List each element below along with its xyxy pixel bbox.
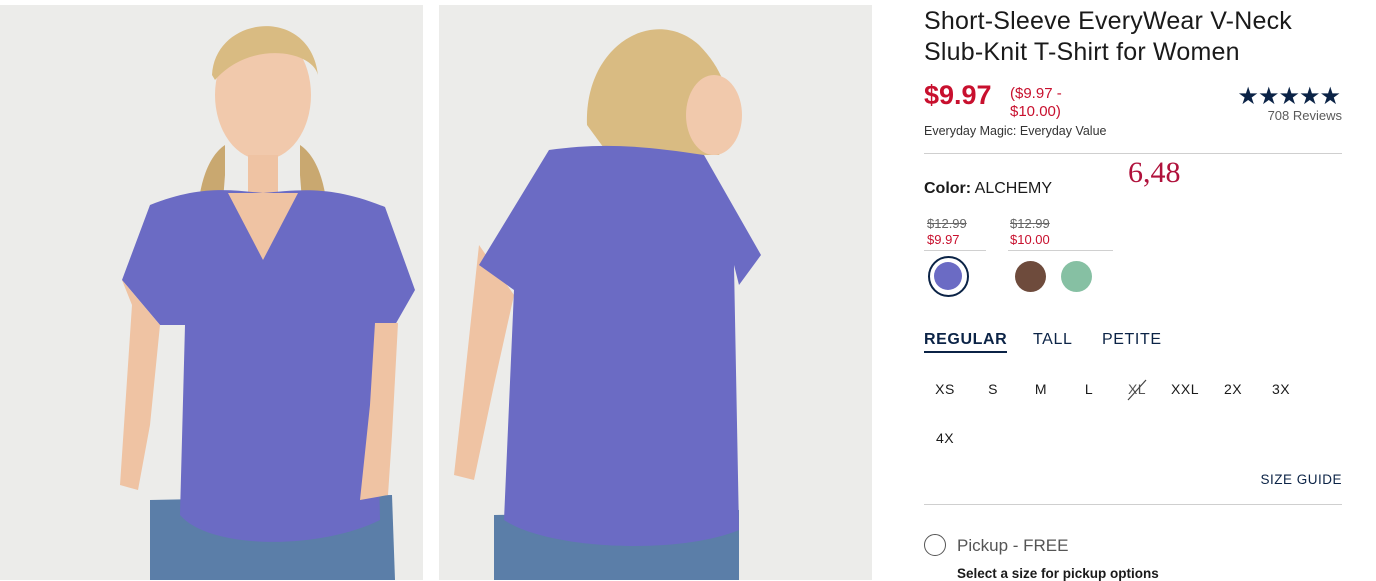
swatch-alchemy[interactable] [928,256,969,297]
rating-stars-icon[interactable]: ★★★★★ [1237,82,1341,111]
product-image-front[interactable] [0,5,423,580]
tab-petite[interactable]: PETITE [1102,331,1162,349]
model-back-illustration [439,5,872,580]
size-xl[interactable]: XL [1116,379,1158,401]
size-xs[interactable]: XS [924,381,966,397]
divider [924,153,1342,154]
sale-price: $9.97 [927,232,960,247]
model-front-illustration [0,5,423,580]
swatch-price-group-2: $12.99 $10.00 [1010,216,1050,248]
product-title: Short-Sleeve EveryWear V-Neck Slub-Knit … [924,7,1292,66]
size-3x[interactable]: 3X [1260,381,1302,397]
swatch-group-divider [924,250,986,251]
reviews-link[interactable]: 708 Reviews [1268,108,1342,123]
original-price: $12.99 [1010,216,1050,231]
size-2x[interactable]: 2X [1212,381,1254,397]
product-image-back[interactable] [439,5,872,580]
handwritten-annotation: 6,48 [1128,156,1181,189]
divider [924,504,1342,505]
swatch-price-group-1: $12.99 $9.97 [927,216,967,248]
current-price: $9.97 [924,80,992,110]
swatch-green[interactable] [1061,261,1092,292]
color-label-key: Color: [924,180,972,197]
size-xxl[interactable]: XXL [1164,381,1206,397]
tab-regular[interactable]: REGULAR [924,331,1008,353]
price-range: ($9.97 - $10.00) [1010,85,1062,120]
size-guide-link[interactable]: SIZE GUIDE [1260,472,1342,487]
sale-price: $10.00 [1010,232,1050,247]
pickup-label[interactable]: Pickup - FREE [957,536,1068,556]
tagline: Everyday Magic: Everyday Value [924,124,1107,138]
swatch-alchemy-fill [934,262,962,290]
swatch-group-divider [1008,250,1113,251]
size-s[interactable]: S [972,381,1014,397]
original-price: $12.99 [927,216,967,231]
color-label: Color: ALCHEMY [924,180,1052,198]
pickup-note: Select a size for pickup options [957,566,1159,581]
size-xl-label: XL [1127,381,1147,397]
selected-color-name: ALCHEMY [974,180,1053,197]
swatch-brown[interactable] [1015,261,1046,292]
tab-tall[interactable]: TALL [1033,331,1072,349]
product-info-panel: Short-Sleeve EveryWear V-Neck Slub-Knit … [924,0,1342,581]
pickup-radio[interactable] [924,534,946,556]
size-m[interactable]: M [1020,381,1062,397]
size-l[interactable]: L [1068,381,1110,397]
size-4x[interactable]: 4X [924,430,966,446]
